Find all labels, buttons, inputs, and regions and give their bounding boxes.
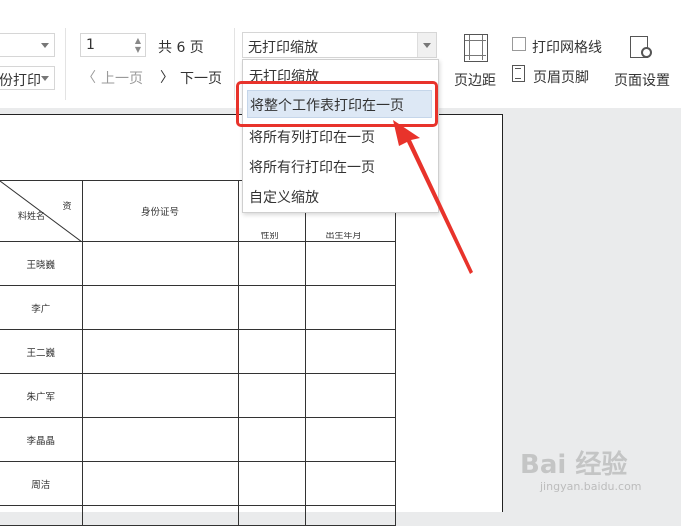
table-cell xyxy=(237,417,306,462)
table-cell xyxy=(304,373,396,418)
chevron-right-icon: 〉 xyxy=(160,70,174,86)
table-cell xyxy=(304,461,396,506)
name-cell: 朱广军 xyxy=(0,373,83,418)
table-cell xyxy=(81,329,239,374)
margin-line xyxy=(469,35,470,60)
chevron-down-icon xyxy=(41,76,49,81)
page-number-value: 1 xyxy=(86,37,95,53)
printer-select[interactable] xyxy=(0,33,55,57)
table-cell xyxy=(304,417,396,462)
header-diag-bottom: 料姓名 xyxy=(18,212,46,222)
name-cell: 王晓巍 xyxy=(0,241,83,286)
table-cell xyxy=(237,329,306,374)
name-cell: 李广 xyxy=(0,285,83,330)
chevron-down-icon xyxy=(423,43,431,48)
page-setup-icon[interactable] xyxy=(630,36,654,62)
preview-table: 资 料姓名 身份证号 性别 出生年月 王晓巍 李广 王二巍 朱广军 李晶晶 周洁 xyxy=(0,180,396,526)
header-line xyxy=(515,68,521,69)
header-footer-button[interactable]: 页眉页脚 xyxy=(533,67,589,87)
print-scale-value: 无打印缩放 xyxy=(248,40,318,56)
baidu-jingyan-watermark: Bai 经验 jingyan.baidu.com xyxy=(520,440,670,500)
spinner-arrows-icon[interactable]: ▲ ▼ xyxy=(135,36,141,54)
scale-option-fit-columns[interactable]: 将所有列打印在一页 xyxy=(249,127,375,147)
col-header-text: 出生年月 xyxy=(325,232,362,241)
name-cell: 王二巍 xyxy=(0,329,83,374)
table-cell xyxy=(81,417,239,462)
red-arrow-icon xyxy=(393,120,473,274)
table-cell xyxy=(81,505,239,526)
name-cell: 李晶晶 xyxy=(0,417,83,462)
next-page-button[interactable]: 下一页 xyxy=(180,68,222,88)
page-number-input[interactable]: 1 ▲ ▼ xyxy=(80,33,146,57)
header-diagonal-cell: 资 料姓名 xyxy=(0,180,83,242)
margins-button[interactable]: 页边距 xyxy=(454,70,496,90)
header-footer-icon xyxy=(512,65,525,82)
toolbar-divider xyxy=(65,28,66,100)
table-cell xyxy=(304,329,396,374)
col-header-text: 性别 xyxy=(260,232,279,241)
watermark-brand: Bai 经验 xyxy=(520,450,628,480)
col-header: 身份证号 xyxy=(81,180,239,242)
table-cell xyxy=(81,285,239,330)
print-mode-label: 份打印 xyxy=(0,73,41,89)
chevron-down-icon xyxy=(41,43,49,48)
margin-line xyxy=(465,40,486,41)
scale-option-custom[interactable]: 自定义缩放 xyxy=(249,187,319,207)
table-cell xyxy=(0,505,83,526)
toolbar-divider xyxy=(234,28,235,100)
margins-icon[interactable] xyxy=(464,34,488,62)
watermark-url: jingyan.baidu.com xyxy=(540,480,642,493)
table-cell xyxy=(81,461,239,506)
print-gridlines-label: 打印网格线 xyxy=(532,40,602,56)
margin-line xyxy=(465,55,486,56)
gear-icon xyxy=(641,47,652,58)
page-total: 共 6 页 xyxy=(158,40,204,56)
name-cell: 周洁 xyxy=(0,461,83,506)
margin-line xyxy=(482,35,483,60)
header-diag-top: 资 xyxy=(62,202,72,212)
table-cell xyxy=(237,285,306,330)
table-cell xyxy=(304,505,396,526)
prev-page-button[interactable]: 上一页 xyxy=(101,68,143,88)
print-gridlines-checkbox[interactable] xyxy=(512,37,526,51)
table-cell xyxy=(304,285,396,330)
table-cell xyxy=(237,241,306,286)
print-scale-select[interactable]: 无打印缩放 xyxy=(242,32,437,58)
scale-option-fit-rows[interactable]: 将所有行打印在一页 xyxy=(249,157,375,177)
table-cell xyxy=(237,505,306,526)
print-scale-dropdown-button[interactable] xyxy=(417,33,436,57)
footer-line xyxy=(515,78,521,79)
table-cell xyxy=(237,461,306,506)
table-cell xyxy=(81,241,239,286)
page-setup-button[interactable]: 页面设置 xyxy=(614,70,670,90)
chevron-left-icon: 〈 xyxy=(82,70,96,86)
print-mode-select[interactable]: 份打印 xyxy=(0,66,55,90)
table-cell xyxy=(81,373,239,418)
table-cell xyxy=(237,373,306,418)
